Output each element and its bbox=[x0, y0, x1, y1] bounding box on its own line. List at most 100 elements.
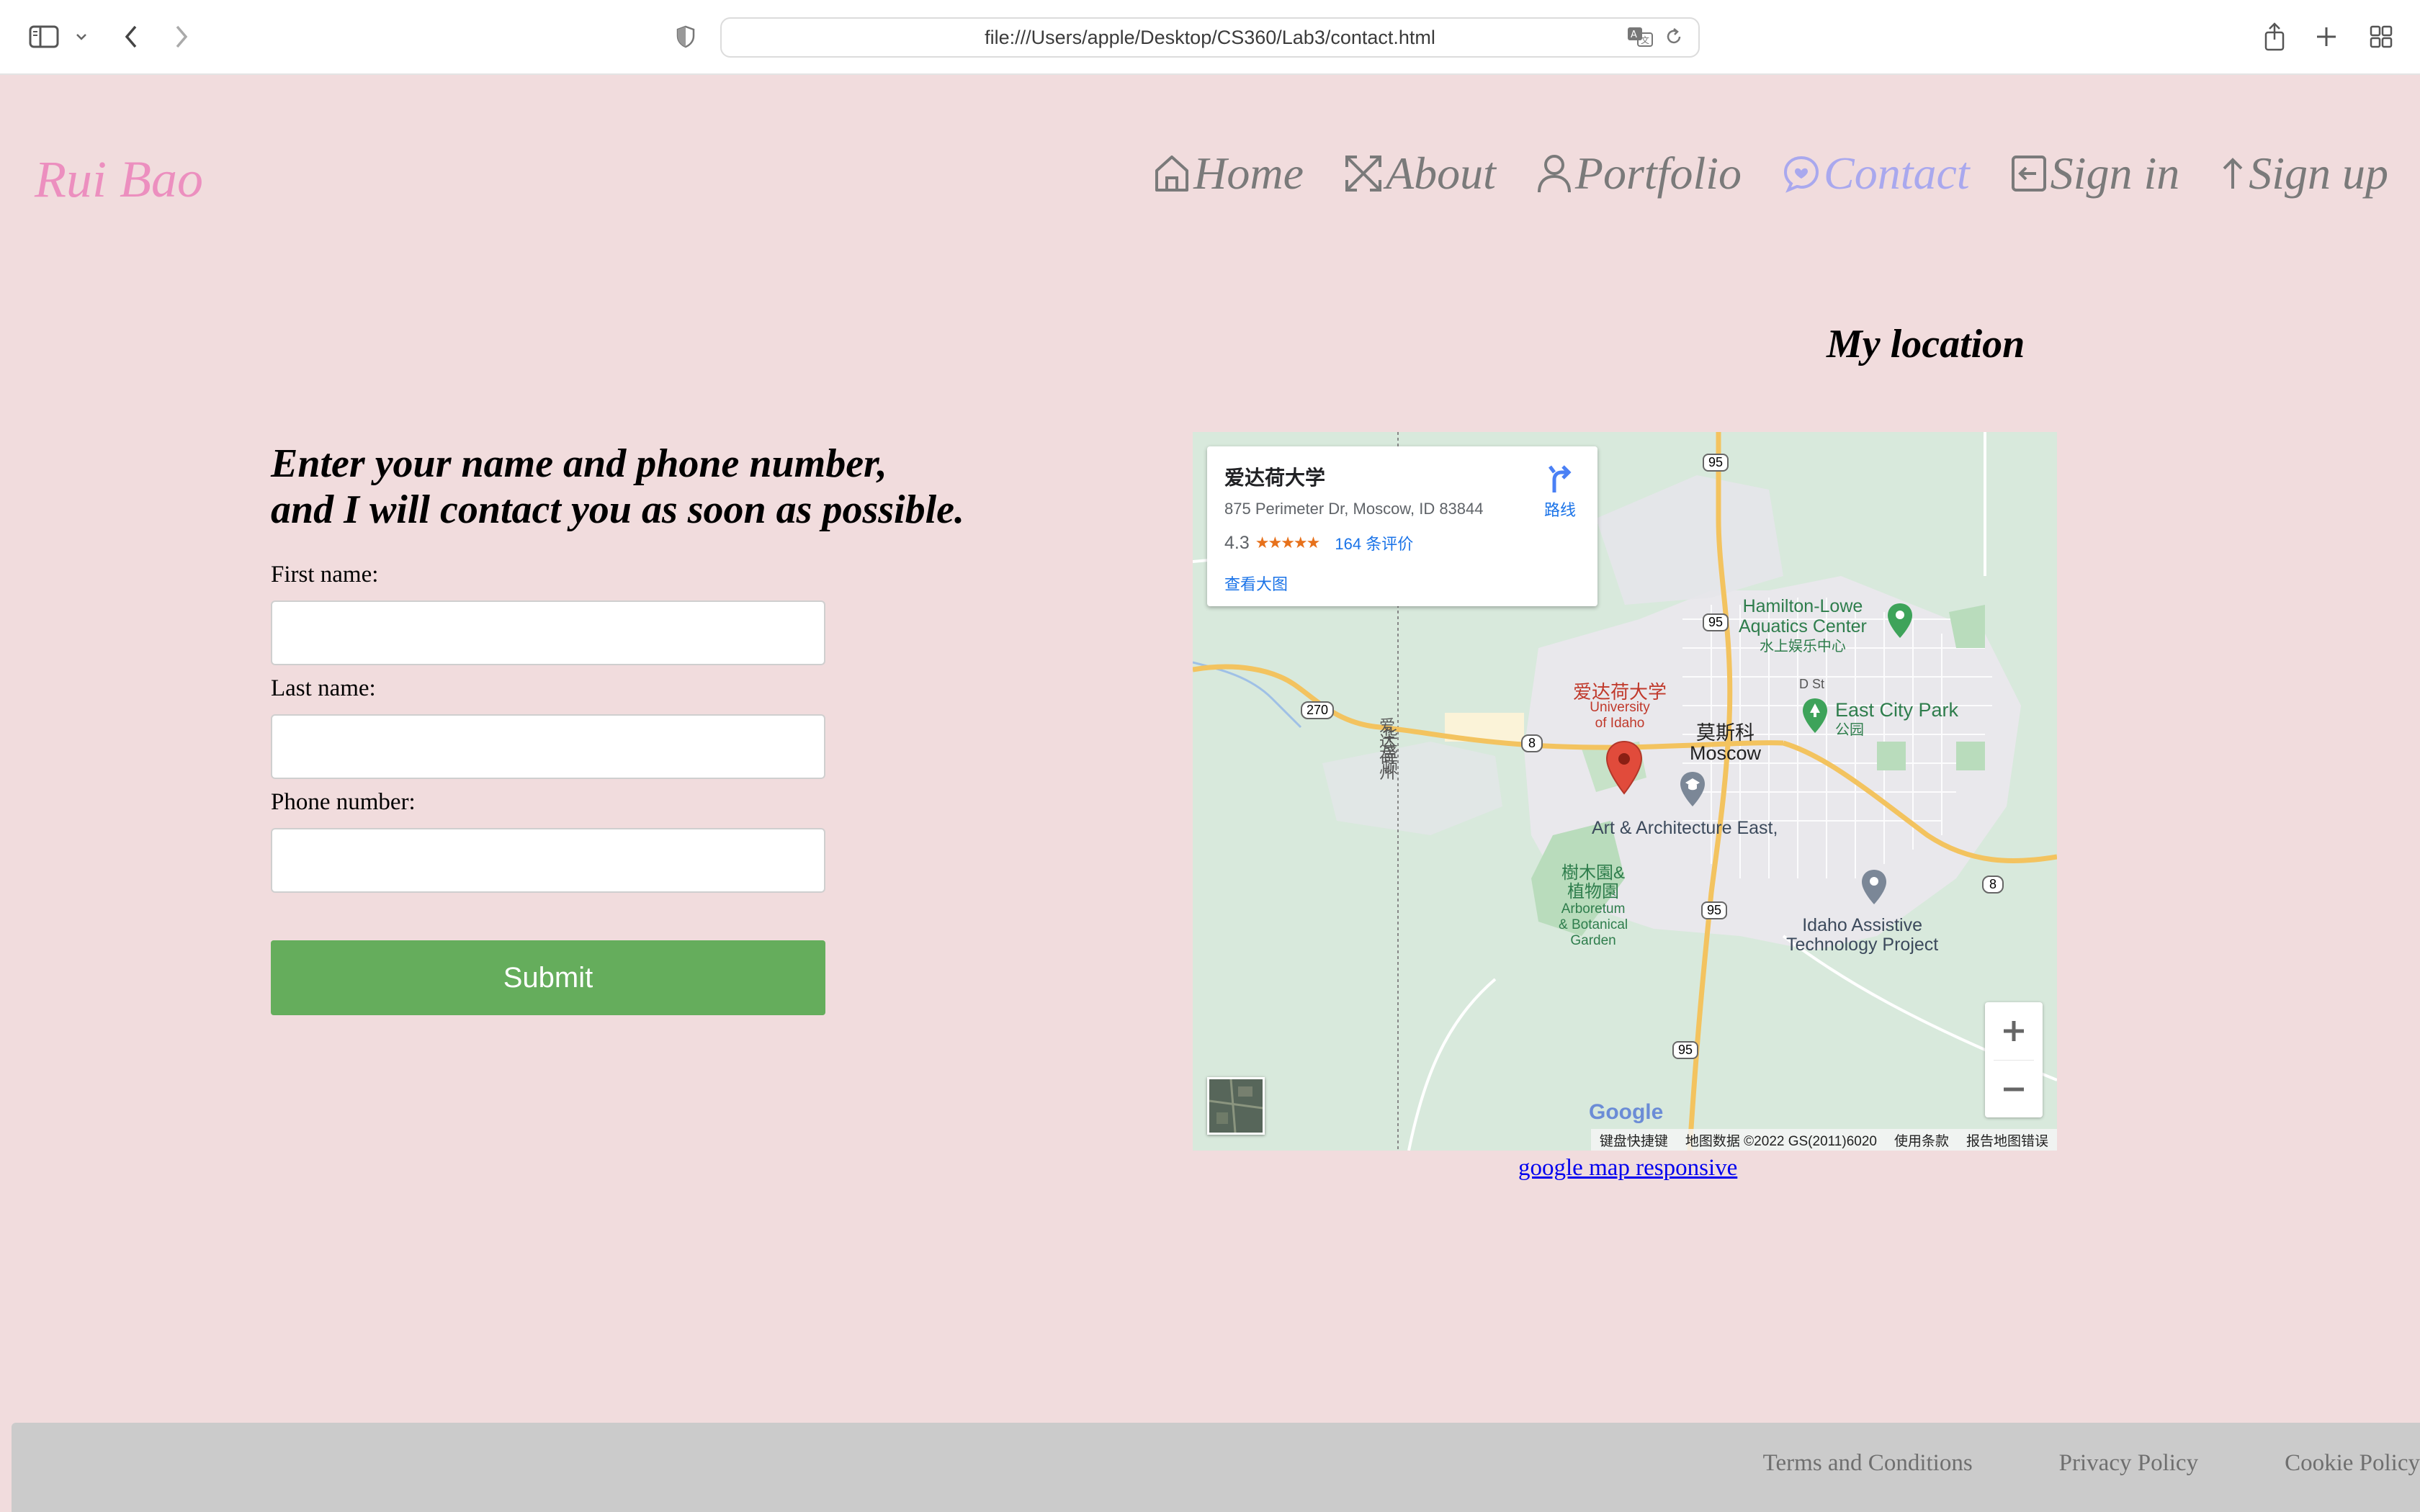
route-8-shield: 8 bbox=[1521, 734, 1543, 752]
share-icon[interactable] bbox=[2259, 19, 2290, 55]
google-map[interactable]: 95 95 95 95 270 8 8 Hamilton-Lowe Aquati… bbox=[1193, 432, 2057, 1151]
map-title: My location bbox=[1827, 322, 2025, 366]
school-pin-icon[interactable] bbox=[1678, 770, 1707, 811]
hamilton-label: Hamilton-Lowe bbox=[1742, 596, 1863, 616]
nav-about-label: About bbox=[1386, 148, 1496, 199]
art-architecture-label: Art & Architecture East, bbox=[1592, 818, 1778, 838]
minus-icon bbox=[2004, 1087, 2024, 1092]
view-larger-map-link[interactable]: 查看大图 bbox=[1224, 572, 1288, 595]
park-pin-icon[interactable] bbox=[1801, 697, 1829, 738]
url-text: file:///Users/apple/Desktop/CS360/Lab3/c… bbox=[985, 26, 1435, 48]
last-name-input[interactable] bbox=[271, 714, 825, 779]
arboretum-cn2-label: 植物園 bbox=[1567, 882, 1620, 901]
satellite-toggle-button[interactable] bbox=[1207, 1077, 1265, 1135]
nav-sign-up-label: Sign up bbox=[2249, 148, 2388, 199]
route-95-shield: 95 bbox=[1701, 901, 1728, 919]
chevron-down-icon[interactable] bbox=[71, 19, 92, 55]
keyboard-shortcuts-link[interactable]: 键盘快捷键 bbox=[1600, 1130, 1668, 1150]
home-icon bbox=[1153, 153, 1191, 194]
moscow-label: 莫斯科 Moscow bbox=[1690, 723, 1761, 763]
first-name-input[interactable] bbox=[271, 600, 825, 665]
arboretum-label: 樹木園& 植物園 Arboretum & Botanical Garden bbox=[1559, 864, 1628, 949]
route-95-shield: 95 bbox=[1703, 613, 1729, 631]
nav-portfolio[interactable]: Portfolio bbox=[1536, 147, 1742, 200]
sign-in-icon bbox=[2010, 154, 2048, 193]
arboretum-en2-label: & Botanical bbox=[1559, 917, 1628, 932]
directions-button[interactable]: 路线 bbox=[1544, 462, 1576, 521]
new-tab-icon[interactable] bbox=[2311, 19, 2342, 55]
place-name: 爱达荷大学 bbox=[1224, 467, 1326, 489]
map-data-text: 地图数据 ©2022 GS(2011)6020 bbox=[1685, 1133, 1877, 1149]
uidaho-label: 爱达荷大学 University of Idaho bbox=[1573, 681, 1667, 732]
last-name-label: Last name: bbox=[271, 675, 376, 701]
footer-links: Terms and Conditions Privacy Policy Cook… bbox=[1763, 1450, 2420, 1477]
moscow-en-label: Moscow bbox=[1690, 742, 1762, 764]
user-icon bbox=[1536, 153, 1572, 194]
park-cn-label: 公园 bbox=[1835, 722, 1864, 738]
arboretum-cn1-label: 樹木園& bbox=[1561, 863, 1626, 883]
svg-text:A: A bbox=[1631, 30, 1637, 40]
reviews-link[interactable]: 164 条评价 bbox=[1335, 531, 1413, 554]
nav-home-label: Home bbox=[1193, 148, 1304, 199]
arboretum-en1-label: Arboretum bbox=[1561, 901, 1626, 917]
nav-contact[interactable]: Contact bbox=[1782, 147, 1970, 200]
expand-icon bbox=[1344, 154, 1383, 193]
directions-icon bbox=[1546, 465, 1574, 497]
zoom-in-button[interactable] bbox=[1985, 1002, 2043, 1060]
assistive-tech-label: Idaho Assistive Technology Project bbox=[1786, 916, 1938, 955]
route-270-shield: 270 bbox=[1301, 701, 1335, 719]
nav-portfolio-label: Portfolio bbox=[1574, 148, 1742, 199]
shield-icon[interactable] bbox=[671, 19, 700, 55]
d-st-label: D St bbox=[1799, 677, 1825, 691]
arrow-up-icon bbox=[2220, 156, 2246, 192]
zoom-out-button[interactable] bbox=[1985, 1061, 2043, 1118]
nav-contact-label: Contact bbox=[1824, 148, 1970, 199]
place-rating: 4.3 bbox=[1224, 532, 1250, 553]
browser-toolbar: file:///Users/apple/Desktop/CS360/Lab3/c… bbox=[0, 0, 2420, 75]
site-logo[interactable]: Rui Bao bbox=[35, 150, 203, 210]
arboretum-en3-label: Garden bbox=[1570, 933, 1616, 948]
submit-button[interactable]: Submit bbox=[271, 940, 825, 1015]
footer-link-privacy[interactable]: Privacy Policy bbox=[2059, 1450, 2198, 1477]
footer: Terms and Conditions Privacy Policy Cook… bbox=[12, 1423, 2420, 1512]
main-nav: Home About Portfolio Contact Sign in Sig… bbox=[1153, 147, 2388, 200]
aquatics-pin-icon[interactable] bbox=[1886, 602, 1914, 643]
back-icon[interactable] bbox=[117, 19, 145, 55]
nav-sign-in[interactable]: Sign in bbox=[2010, 147, 2179, 200]
reload-icon[interactable] bbox=[1664, 27, 1684, 52]
report-map-error-link[interactable]: 报告地图错误 bbox=[1966, 1130, 2048, 1150]
sidebar-toggle-icon[interactable] bbox=[26, 19, 62, 55]
route-95-shield: 95 bbox=[1672, 1041, 1699, 1059]
google-logo: Google bbox=[1589, 1100, 1664, 1124]
form-heading-line1: Enter your name and phone number, bbox=[271, 441, 887, 486]
route-8-shield: 8 bbox=[1982, 876, 2004, 894]
state-label-washington: 华盛顿 bbox=[1380, 727, 1398, 775]
terms-of-use-link[interactable]: 使用条款 bbox=[1894, 1130, 1949, 1150]
first-name-label: First name: bbox=[271, 562, 379, 588]
form-heading-line2: and I will contact you as soon as possib… bbox=[271, 487, 965, 532]
google-map-responsive-link[interactable]: google map responsive bbox=[1518, 1155, 1737, 1182]
footer-link-cookie[interactable]: Cookie Policy bbox=[2285, 1450, 2420, 1477]
uidaho-cn-label: 爱达荷大学 bbox=[1573, 681, 1667, 703]
location-pin-icon[interactable] bbox=[1605, 740, 1644, 798]
east-city-park-name: East City Park bbox=[1835, 699, 1959, 721]
url-field[interactable]: file:///Users/apple/Desktop/CS360/Lab3/c… bbox=[720, 17, 1700, 58]
map-attribution: 键盘快捷键 地图数据 ©2022 GS(2011)6020 使用条款 报告地图错… bbox=[1590, 1129, 2057, 1151]
assistive-pin-icon[interactable] bbox=[1860, 868, 1888, 909]
phone-input[interactable] bbox=[271, 828, 825, 893]
moscow-cn-label: 莫斯科 bbox=[1696, 722, 1755, 744]
footer-link-terms[interactable]: Terms and Conditions bbox=[1763, 1450, 1973, 1477]
svg-text:文: 文 bbox=[1641, 35, 1649, 45]
place-info-card: 爱达荷大学 875 Perimeter Dr, Moscow, ID 83844… bbox=[1207, 446, 1597, 606]
assistive-tech-line2: Technology Project bbox=[1786, 935, 1939, 955]
nav-sign-up[interactable]: Sign up bbox=[2220, 147, 2388, 200]
forward-icon[interactable] bbox=[167, 19, 196, 55]
nav-about[interactable]: About bbox=[1344, 147, 1496, 200]
chat-icon bbox=[1782, 154, 1821, 193]
translate-icon[interactable]: A文 bbox=[1626, 26, 1654, 53]
aquatics-label: Hamilton-Lowe Aquatics Center 水上娱乐中心 bbox=[1739, 596, 1867, 657]
nav-home[interactable]: Home bbox=[1153, 147, 1304, 200]
tab-overview-icon[interactable] bbox=[2365, 19, 2397, 55]
aquatics-cn-label: 水上娱乐中心 bbox=[1759, 639, 1846, 654]
east-city-park-label: East City Park 公园 bbox=[1835, 700, 1958, 740]
